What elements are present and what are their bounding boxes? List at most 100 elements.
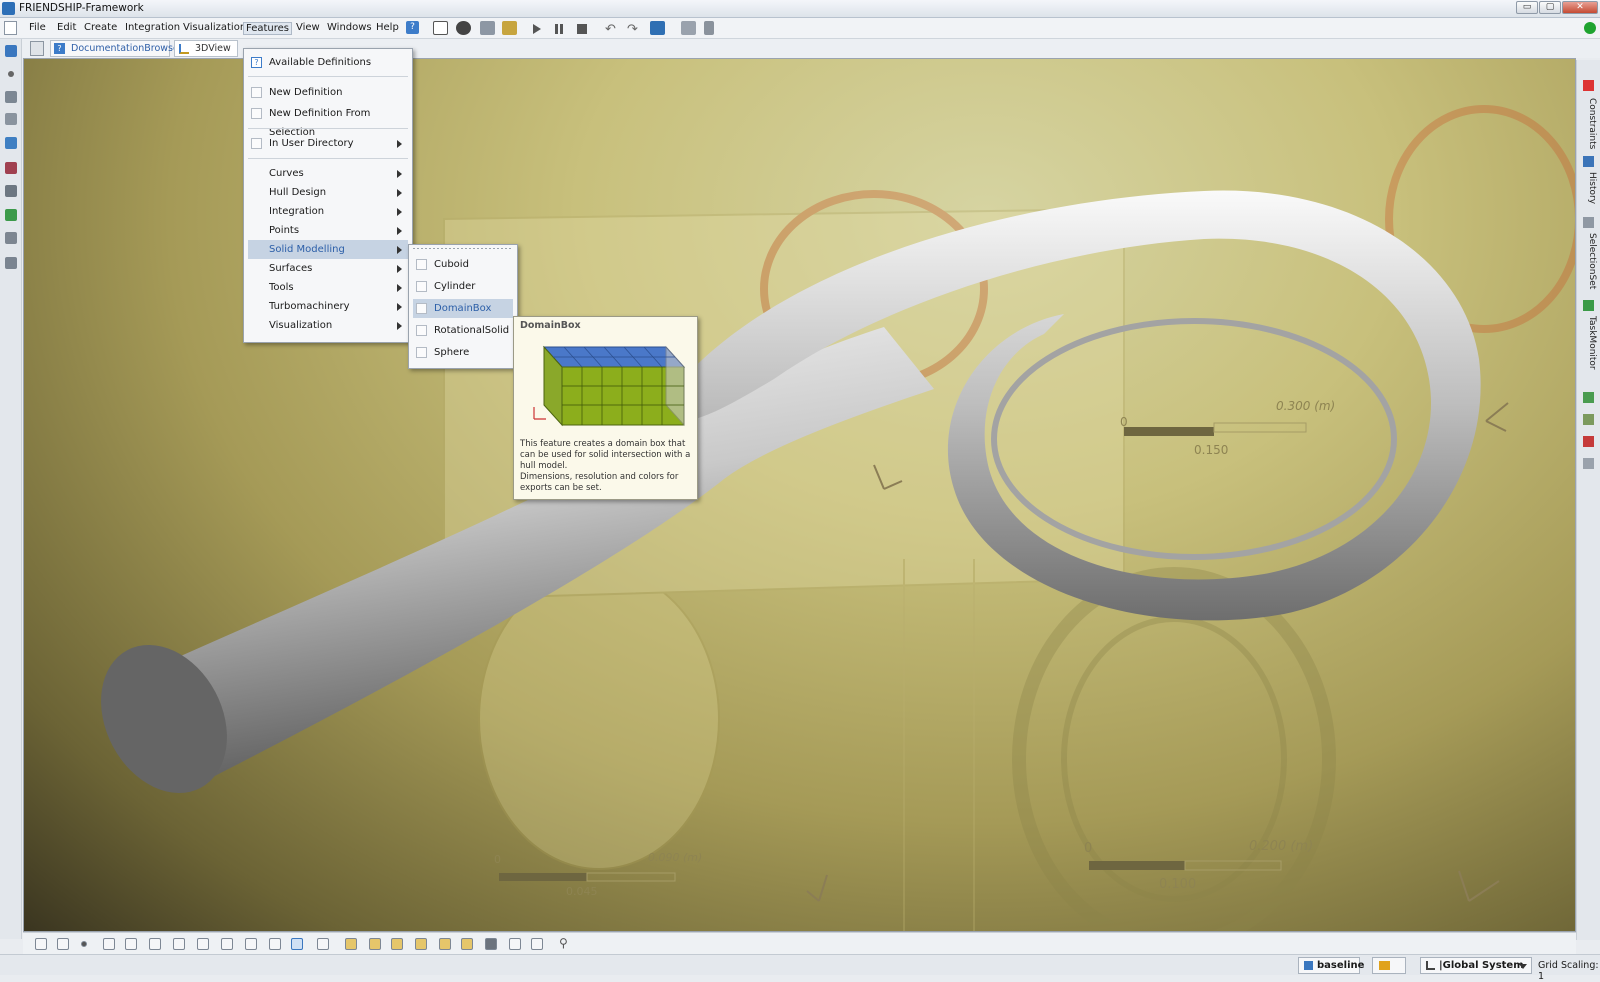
menu-integration[interactable]: Integration [123, 22, 182, 33]
curve-filter-icon[interactable] [103, 938, 115, 950]
open-folder-icon[interactable] [433, 21, 448, 35]
tearoff-handle[interactable] [413, 248, 513, 249]
submenu-arrow-icon [397, 284, 402, 292]
view-circle-icon[interactable] [35, 938, 47, 950]
view-toolbar: ⚲ [23, 932, 1576, 954]
chevron-down-icon[interactable] [1519, 964, 1527, 969]
coordinate-system-select[interactable]: |Global System [1420, 957, 1532, 974]
grid-icon[interactable] [509, 938, 521, 950]
point-icon[interactable] [8, 71, 14, 77]
menu-item-new-definition-from-selection[interactable]: New Definition From Selection [248, 104, 408, 138]
project-icon[interactable] [5, 45, 17, 57]
shading-icon[interactable] [197, 938, 209, 950]
help-question-icon[interactable]: ? [406, 21, 419, 34]
tree-icon[interactable] [5, 232, 17, 244]
view-top-icon[interactable] [439, 938, 451, 950]
menu-item-hull-design[interactable]: Hull Design [248, 183, 408, 202]
wireframe-icon[interactable] [221, 938, 233, 950]
export-icon[interactable] [681, 21, 696, 35]
tab-3dview[interactable]: 3DView [174, 40, 238, 57]
menu-item-curves[interactable]: Curves [248, 164, 408, 183]
definition-icon [416, 325, 427, 336]
mesh-filter-icon[interactable] [149, 938, 161, 950]
menu-separator [248, 158, 408, 159]
menu-item-sphere[interactable]: Sphere [413, 343, 513, 362]
view-left-icon[interactable] [391, 938, 403, 950]
image-icon[interactable] [5, 137, 17, 149]
tab-selectionset[interactable]: SelectionSet [1581, 233, 1597, 289]
error-icon[interactable] [1583, 436, 1594, 447]
app-menu-icon[interactable] [4, 21, 17, 35]
line-filter-icon[interactable] [173, 938, 185, 950]
menu-windows[interactable]: Windows [325, 22, 374, 33]
menu-item-new-definition[interactable]: New Definition [248, 83, 408, 102]
grid-snap-icon[interactable] [531, 938, 543, 950]
tab-taskmonitor[interactable]: TaskMonitor [1581, 316, 1597, 370]
point-filter-icon[interactable] [81, 941, 87, 947]
menu-item-rotationalsolid[interactable]: RotationalSolid [413, 321, 513, 340]
stop-circle-icon[interactable] [456, 21, 471, 35]
menu-item-surfaces[interactable]: Surfaces [248, 259, 408, 278]
info-icon[interactable] [291, 938, 303, 950]
menu-item-cylinder[interactable]: Cylinder [413, 277, 513, 296]
tab-documentation-browser[interactable]: ? DocumentationBrowser [50, 40, 183, 57]
solid-icon[interactable] [5, 162, 17, 174]
menu-help[interactable]: Help [374, 22, 401, 33]
menu-view[interactable]: View [294, 22, 322, 33]
lock-icon[interactable] [317, 938, 329, 950]
tab-history[interactable]: History [1581, 172, 1597, 204]
menu-item-cuboid[interactable]: Cuboid [413, 255, 513, 274]
history-icon [1583, 156, 1594, 167]
save-all-icon[interactable] [502, 21, 517, 35]
close-button[interactable]: ✕ [1562, 1, 1598, 14]
camera-icon[interactable] [5, 257, 17, 269]
axis-icon[interactable] [269, 938, 281, 950]
toggle-icon[interactable] [1583, 414, 1594, 425]
play-icon[interactable] [533, 24, 541, 34]
undo-icon[interactable]: ↶ [605, 22, 616, 37]
menu-item-visualization[interactable]: Visualization [248, 316, 408, 335]
menu-bar: File Edit Create Integration Visualizati… [0, 18, 1600, 39]
surface-filter-icon[interactable] [125, 938, 137, 950]
measure-icon[interactable] [5, 185, 17, 197]
redo-icon[interactable]: ↷ [627, 22, 638, 37]
bookmark-icon[interactable] [650, 21, 665, 35]
menu-item-points[interactable]: Points [248, 221, 408, 240]
view-target-icon[interactable] [57, 938, 69, 950]
maximize-button[interactable]: ▢ [1539, 1, 1561, 14]
zoom-icon[interactable]: ⚲ [559, 936, 568, 950]
view-front-icon[interactable] [345, 938, 357, 950]
baseline-selector[interactable]: baseline [1298, 957, 1364, 974]
menu-item-available-definitions[interactable]: ? Available Definitions [248, 53, 408, 72]
menu-item-turbomachinery[interactable]: Turbomachinery [248, 297, 408, 316]
browser-nav-icon[interactable] [30, 41, 44, 56]
table-icon[interactable] [5, 209, 17, 221]
view-back-icon[interactable] [369, 938, 381, 950]
pin-icon[interactable] [704, 21, 714, 35]
menu-create[interactable]: Create [82, 22, 119, 33]
menu-item-tools[interactable]: Tools [248, 278, 408, 297]
curve-icon[interactable] [5, 91, 17, 103]
menu-visualization[interactable]: Visualization [181, 22, 248, 33]
menu-edit[interactable]: Edit [55, 22, 78, 33]
screenshot-icon[interactable] [485, 938, 497, 950]
menu-file[interactable]: File [27, 22, 48, 33]
menu-item-label: Cuboid [434, 259, 469, 270]
tab-constraints[interactable]: Constraints [1581, 98, 1597, 149]
minimize-button[interactable]: ▭ [1516, 1, 1538, 14]
surface-icon[interactable] [5, 113, 17, 125]
menu-item-solid-modelling[interactable]: Solid Modelling [248, 240, 408, 259]
settings-icon[interactable] [1583, 458, 1594, 469]
folder-status[interactable] [1372, 957, 1406, 974]
stop-icon[interactable] [577, 24, 587, 34]
pause-icon[interactable] [555, 24, 563, 34]
view-iso-icon[interactable] [461, 938, 473, 950]
visible-icon[interactable] [1583, 392, 1594, 403]
menu-item-integration[interactable]: Integration [248, 202, 408, 221]
menu-item-domainbox[interactable]: DomainBox [413, 299, 513, 318]
view-right-icon[interactable] [415, 938, 427, 950]
save-icon[interactable] [480, 21, 495, 35]
menu-features[interactable]: Features [243, 22, 292, 35]
shield-icon[interactable] [245, 938, 257, 950]
menu-item-in-user-directory[interactable]: In User Directory [248, 134, 408, 153]
